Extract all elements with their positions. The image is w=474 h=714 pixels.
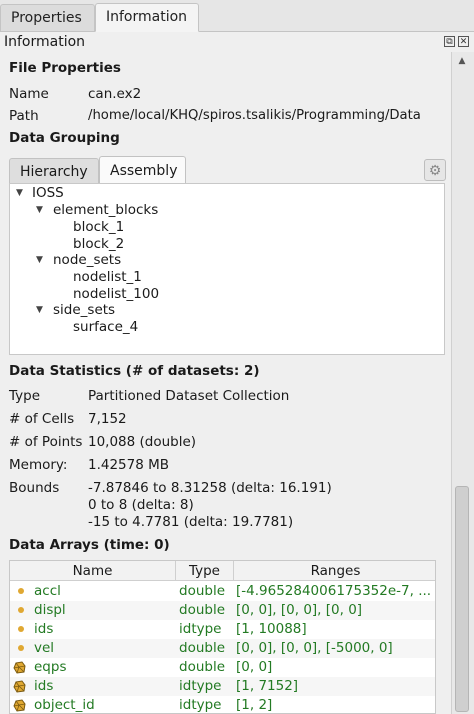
cell-data-icon: [13, 661, 26, 674]
tree-node-ioss[interactable]: IOSS: [32, 185, 64, 201]
column-header-ranges[interactable]: Ranges: [234, 561, 435, 581]
array-ranges: [0, 0], [0, 0], [-5000, 0]: [236, 640, 393, 656]
array-type: idtype: [179, 678, 222, 694]
array-name: vel: [34, 640, 55, 656]
expand-arrow-icon[interactable]: ▼: [36, 255, 43, 265]
array-ranges: [1, 2]: [236, 697, 273, 713]
table-row[interactable]: vel double [0, 0], [0, 0], [-5000, 0]: [10, 639, 435, 658]
type-label: Type: [9, 388, 41, 404]
name-value: can.ex2: [88, 86, 142, 102]
data-grouping-heading: Data Grouping: [9, 130, 120, 146]
gear-icon[interactable]: ⚙: [424, 159, 446, 181]
array-ranges: [1, 7152]: [236, 678, 299, 694]
array-type: double: [179, 602, 226, 618]
column-header-name[interactable]: Name: [10, 561, 176, 581]
table-row[interactable]: ids idtype [1, 7152]: [10, 677, 435, 696]
memory-value: 1.42578 MB: [88, 457, 170, 473]
array-type: double: [179, 583, 226, 599]
tree-node-block-1[interactable]: block_1: [73, 219, 124, 235]
cell-data-icon: [13, 699, 26, 712]
path-label: Path: [9, 108, 39, 124]
points-label: # of Points: [9, 434, 83, 450]
bounds-z: -15 to 4.7781 (delta: 19.7781): [88, 514, 294, 530]
type-value: Partitioned Dataset Collection: [88, 388, 290, 404]
array-name: eqps: [34, 659, 67, 675]
path-value: /home/local/KHQ/spiros.tsalikis/Programm…: [88, 108, 421, 123]
scroll-up-arrow-icon[interactable]: ▲: [456, 56, 468, 66]
tab-hierarchy[interactable]: Hierarchy: [9, 158, 99, 184]
tree-node-nodelist-1[interactable]: nodelist_1: [73, 269, 142, 285]
bounds-label: Bounds: [9, 480, 60, 496]
tab-assembly[interactable]: Assembly: [99, 156, 186, 184]
cells-value: 7,152: [88, 411, 127, 427]
point-data-icon: [18, 607, 24, 613]
tree-node-element-blocks[interactable]: element_blocks: [53, 202, 158, 218]
table-row[interactable]: displ double [0, 0], [0, 0], [0, 0]: [10, 601, 435, 620]
tree-node-nodelist-100[interactable]: nodelist_100: [73, 286, 159, 302]
panel-title: Information: [4, 34, 86, 50]
close-panel-icon[interactable]: ✕: [458, 36, 469, 47]
expand-arrow-icon[interactable]: ▼: [36, 305, 43, 315]
float-panel-icon[interactable]: ⧉: [444, 36, 455, 47]
point-data-icon: [18, 645, 24, 651]
table-row[interactable]: object_id idtype [1, 2]: [10, 696, 435, 713]
array-name: accl: [34, 583, 61, 599]
cell-data-icon: [13, 680, 26, 693]
tree-node-surface-4[interactable]: surface_4: [73, 319, 138, 335]
array-type: idtype: [179, 697, 222, 713]
tab-properties[interactable]: Properties: [0, 4, 95, 31]
bounds-x: -7.87846 to 8.31258 (delta: 16.191): [88, 480, 332, 496]
cells-label: # of Cells: [9, 411, 75, 427]
array-ranges: [0, 0], [0, 0], [0, 0]: [236, 602, 363, 618]
array-type: double: [179, 659, 226, 675]
column-header-type[interactable]: Type: [176, 561, 234, 581]
array-ranges: [-4.965284006175352e-7, ...: [236, 583, 432, 599]
array-type: double: [179, 640, 226, 656]
points-value: 10,088 (double): [88, 434, 197, 450]
point-data-icon: [18, 626, 24, 632]
name-label: Name: [9, 86, 49, 102]
tree-node-node-sets[interactable]: node_sets: [53, 252, 121, 268]
bounds-y: 0 to 8 (delta: 8): [88, 497, 194, 513]
array-name: ids: [34, 621, 54, 637]
array-name: ids: [34, 678, 54, 694]
array-ranges: [0, 0]: [236, 659, 273, 675]
memory-label: Memory:: [9, 457, 68, 473]
assembly-tree[interactable]: ▼ IOSS ▼ element_blocks block_1 block_2 …: [9, 183, 445, 355]
tree-node-side-sets[interactable]: side_sets: [53, 302, 115, 318]
data-arrays-table[interactable]: Name Type Ranges accl double [-4.9652840…: [9, 560, 436, 714]
data-statistics-heading: Data Statistics (# of datasets: 2): [9, 363, 260, 379]
tree-node-block-2[interactable]: block_2: [73, 236, 124, 252]
table-row[interactable]: accl double [-4.965284006175352e-7, ...: [10, 582, 435, 601]
tab-information[interactable]: Information: [95, 3, 199, 32]
array-type: idtype: [179, 621, 222, 637]
expand-arrow-icon[interactable]: ▼: [16, 188, 23, 198]
table-row[interactable]: eqps double [0, 0]: [10, 658, 435, 677]
array-name: object_id: [34, 697, 95, 713]
file-properties-heading: File Properties: [9, 60, 121, 76]
array-ranges: [1, 10088]: [236, 621, 307, 637]
panel-tab-bar: Properties Information: [0, 0, 474, 32]
expand-arrow-icon[interactable]: ▼: [36, 205, 43, 215]
table-row[interactable]: ids idtype [1, 10088]: [10, 620, 435, 639]
scrollbar-thumb[interactable]: [455, 486, 469, 712]
point-data-icon: [18, 588, 24, 594]
array-name: displ: [34, 602, 66, 618]
data-arrays-heading: Data Arrays (time: 0): [9, 537, 170, 553]
